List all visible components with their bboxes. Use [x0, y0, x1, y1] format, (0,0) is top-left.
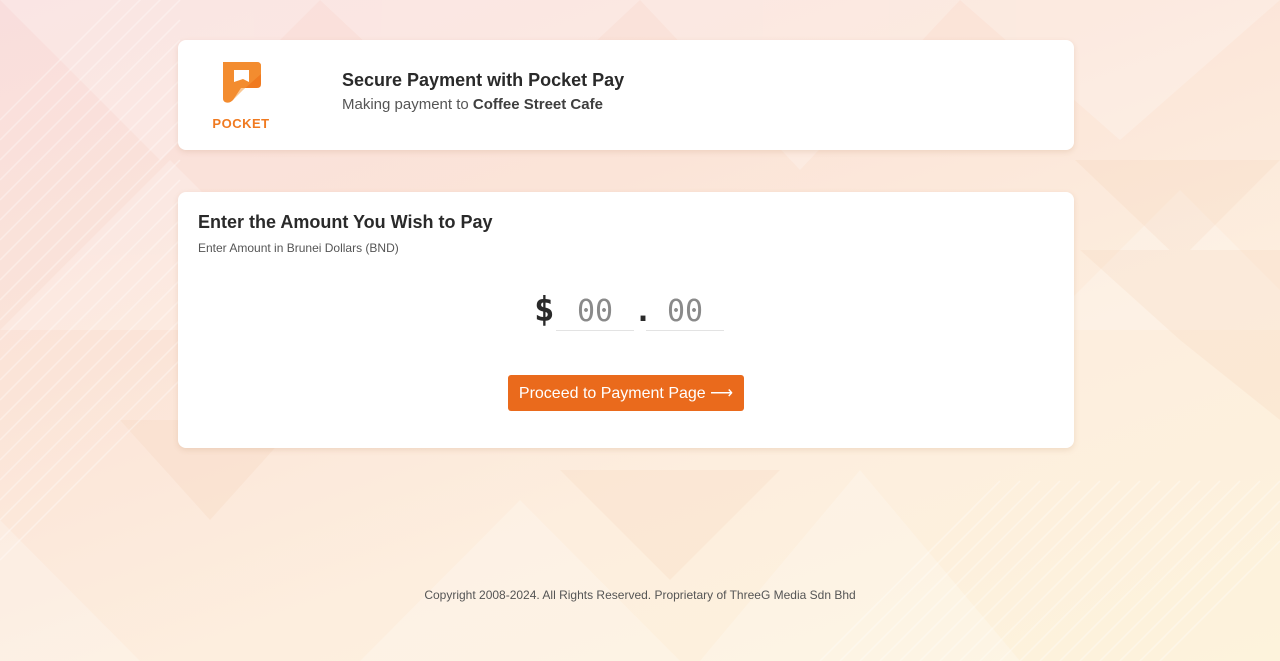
- amount-section-title: Enter the Amount You Wish to Pay: [198, 212, 493, 232]
- recipient-prefix: Making payment to: [342, 96, 473, 113]
- payment-recipient-line: Making payment to Coffee Street Cafe: [342, 96, 603, 113]
- amount-cents-input[interactable]: [646, 292, 724, 331]
- footer-copyright: Copyright 2008-2024. All Rights Reserved…: [424, 588, 856, 602]
- amount-input-group: $ .: [534, 290, 734, 334]
- pocket-logo-icon: [208, 60, 274, 106]
- decimal-separator: .: [634, 294, 653, 329]
- pocket-logo: POCKET: [208, 60, 274, 132]
- proceed-to-payment-button[interactable]: Proceed to Payment Page ⟶: [508, 375, 744, 411]
- amount-entry-card: Enter the Amount You Wish to Pay Enter A…: [178, 192, 1074, 448]
- amount-whole-input[interactable]: [556, 292, 634, 331]
- merchant-header-card: POCKET Secure Payment with Pocket Pay Ma…: [178, 40, 1074, 150]
- page-title: Secure Payment with Pocket Pay: [342, 70, 625, 90]
- merchant-name: Coffee Street Cafe: [472, 96, 603, 113]
- pocket-logo-text: POCKET: [212, 116, 270, 131]
- amount-currency-hint: Enter Amount in Brunei Dollars (BND): [198, 241, 399, 255]
- currency-symbol: $: [534, 290, 555, 330]
